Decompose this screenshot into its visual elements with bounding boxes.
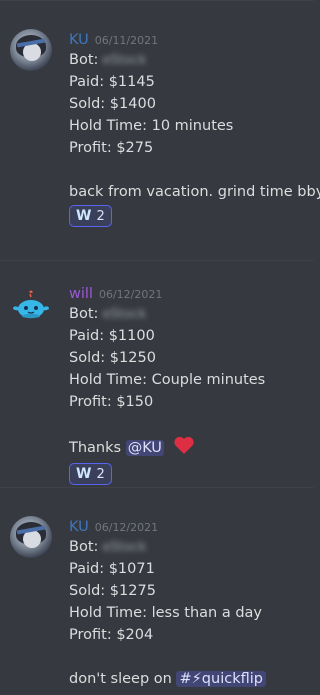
reaction-count: 2: [96, 466, 105, 482]
hold-time-line: Hold Time: less than a day: [69, 605, 262, 621]
message-feed: KU 06/11/2021 Bot: eStock Paid: $1145 Sold…: [0, 0, 320, 695]
bot-label: Bot:: [69, 52, 99, 68]
avatar[interactable]: [10, 29, 52, 71]
profit-line: Profit: $204: [69, 627, 154, 643]
sold-line: Sold: $1400: [69, 96, 156, 112]
message-content: KU 06/11/2021 Bot: eStock Paid: $1145 Sold…: [69, 29, 320, 227]
redacted-bot-name: eStock: [102, 540, 147, 555]
author-name[interactable]: will: [69, 286, 93, 302]
message-content: will 06/12/2021 Bot: eStock Paid: $1100 So…: [69, 283, 310, 485]
paid-line: Paid: $1071: [69, 561, 155, 577]
note-text: Thanks: [69, 440, 122, 456]
note-text: don't sleep on: [69, 671, 172, 687]
author-name[interactable]: KU: [69, 519, 89, 535]
reaction-button[interactable]: W 2: [69, 463, 112, 485]
message-header: KU 06/11/2021: [69, 29, 310, 49]
channel-mention[interactable]: #⚡quickflip: [176, 671, 266, 687]
note-line: Thanks @KU: [69, 435, 310, 461]
blue-creature-icon: [13, 290, 49, 319]
bot-line: Bot: eStock: [69, 303, 310, 325]
reaction-count: 2: [96, 208, 105, 224]
message-header: KU 06/12/2021: [69, 516, 310, 536]
profit-line: Profit: $150: [69, 394, 154, 410]
sold-line: Sold: $1250: [69, 350, 156, 366]
avatar[interactable]: [10, 516, 52, 558]
user-mention[interactable]: @KU: [125, 440, 164, 456]
redacted-bot-name: eStock: [102, 53, 147, 68]
paid-line: Paid: $1145: [69, 74, 155, 90]
w-emoji-icon: W: [76, 208, 91, 224]
bot-line: Bot: eStock: [69, 536, 310, 558]
author-name[interactable]: KU: [69, 32, 89, 48]
hold-time-line: Hold Time: Couple minutes: [69, 372, 266, 388]
bot-label: Bot:: [69, 306, 99, 322]
hold-time-line: Hold Time: 10 minutes: [69, 118, 234, 134]
message-content: KU 06/12/2021 Bot: eStock Paid: $1071 Sold…: [69, 516, 310, 690]
timestamp: 06/12/2021: [98, 288, 163, 301]
paid-line: Paid: $1100: [69, 328, 155, 344]
message-header: will 06/12/2021: [69, 283, 310, 303]
sold-line: Sold: $1275: [69, 583, 156, 599]
note-line: back from vacation. grind time bby: [69, 184, 320, 200]
message: will 06/12/2021 Bot: eStock Paid: $1100 So…: [0, 260, 314, 485]
profit-line: Profit: $275: [69, 140, 154, 156]
bot-label: Bot:: [69, 539, 99, 555]
w-emoji-icon: W: [76, 466, 91, 482]
timestamp: 06/12/2021: [94, 521, 159, 534]
message: KU 06/11/2021 Bot: eStock Paid: $1145 Sold…: [0, 0, 320, 240]
timestamp: 06/11/2021: [94, 34, 159, 47]
reaction-button[interactable]: W 2: [69, 205, 112, 227]
heart-icon: [173, 436, 194, 454]
bot-line: Bot: eStock: [69, 49, 310, 71]
avatar[interactable]: [10, 285, 52, 327]
message: KU 06/12/2021 Bot: eStock Paid: $1071 Sold…: [0, 487, 314, 695]
note-line: don't sleep on #⚡quickflip: [69, 668, 310, 690]
redacted-bot-name: eStock: [102, 307, 147, 322]
